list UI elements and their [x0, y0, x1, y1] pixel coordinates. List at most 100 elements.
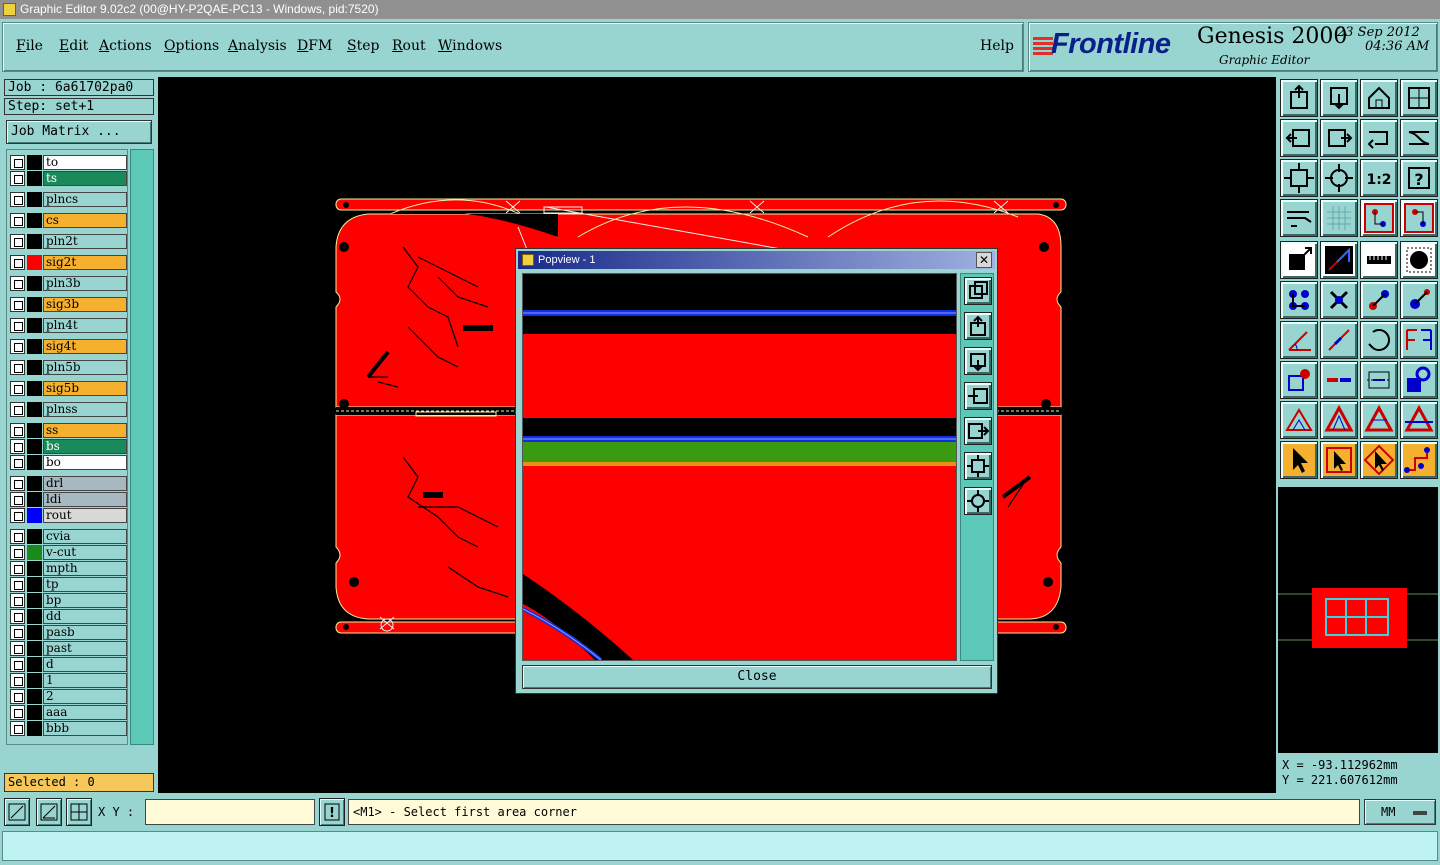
layer-checkbox[interactable] [10, 721, 25, 736]
layer-row-ldi[interactable]: ldi [9, 492, 127, 507]
layer-checkbox[interactable] [10, 476, 25, 491]
menu-options[interactable]: Options [164, 38, 219, 54]
layer-row-past[interactable]: past [9, 641, 127, 656]
layer-color-swatch[interactable] [27, 476, 42, 491]
layer-color-swatch[interactable] [27, 402, 42, 417]
layer-name[interactable]: sig4t [43, 339, 127, 354]
layer-checkbox[interactable] [10, 625, 25, 640]
center-tool-button[interactable] [1320, 159, 1358, 197]
menu-analysis[interactable]: Analysis [228, 38, 287, 54]
ratio-tool-button[interactable]: 1:2 [1360, 159, 1398, 197]
menu-rout[interactable]: Rout [392, 38, 426, 54]
layer-color-swatch[interactable] [27, 577, 42, 592]
grid-tool-button[interactable] [1320, 199, 1358, 237]
menu-windows[interactable]: Windows [438, 38, 502, 54]
layer-color-swatch[interactable] [27, 689, 42, 704]
layer-checkbox[interactable] [10, 689, 25, 704]
layer-name[interactable]: 1 [43, 673, 127, 688]
snap-active-tool-button[interactable] [1400, 199, 1438, 237]
measure-button[interactable] [36, 798, 62, 826]
fit-tool-button[interactable] [1280, 159, 1318, 197]
layer-name[interactable]: tp [43, 577, 127, 592]
layer-name[interactable]: mpth [43, 561, 127, 576]
layer-name[interactable]: sig5b [43, 381, 127, 396]
layer-name[interactable]: aaa [43, 705, 127, 720]
zoom-area-button[interactable] [4, 798, 30, 826]
layer-checkbox[interactable] [10, 423, 25, 438]
layer-name[interactable]: cvia [43, 529, 127, 544]
layer-row-pln2t[interactable]: pln2t [9, 234, 127, 249]
layer-row-rout[interactable]: rout [9, 508, 127, 523]
layer-name[interactable]: drl [43, 476, 127, 491]
layer-color-swatch[interactable] [27, 339, 42, 354]
layer-checkbox[interactable] [10, 318, 25, 333]
layer-row-cvia[interactable]: cvia [9, 529, 127, 544]
layer-name[interactable]: v-cut [43, 545, 127, 560]
arc-tool-button[interactable] [1360, 321, 1398, 359]
move-right-tool-button[interactable] [1320, 119, 1358, 157]
layer-name[interactable]: ss [43, 423, 127, 438]
layer-color-swatch[interactable] [27, 673, 42, 688]
layer-name[interactable]: ldi [43, 492, 127, 507]
layer-checkbox[interactable] [10, 255, 25, 270]
layer-row-drl[interactable]: drl [9, 476, 127, 491]
pad-red-tool-button[interactable] [1280, 361, 1318, 399]
pen-tool-button[interactable] [1280, 199, 1318, 237]
menu-file[interactable]: File [16, 38, 43, 54]
swap-tool-button[interactable] [1360, 119, 1398, 157]
layer-checkbox[interactable] [10, 455, 25, 470]
layer-color-swatch[interactable] [27, 455, 42, 470]
layer-row-1[interactable]: 1 [9, 673, 127, 688]
popview-canvas[interactable] [522, 273, 957, 662]
layer-name[interactable]: sig3b [43, 297, 127, 312]
move-left-tool-button[interactable] [1280, 119, 1318, 157]
menu-step[interactable]: Step [347, 38, 379, 54]
net-tool-button[interactable] [1280, 281, 1318, 319]
cross-tool-button[interactable] [1320, 281, 1358, 319]
layer-color-swatch[interactable] [27, 657, 42, 672]
layer-checkbox[interactable] [10, 360, 25, 375]
layer-name[interactable]: pln5b [43, 360, 127, 375]
slash-tool-button[interactable] [1320, 321, 1358, 359]
layer-name[interactable]: d [43, 657, 127, 672]
layer-row-bs[interactable]: bs [9, 439, 127, 454]
help-tool-button[interactable]: ? [1400, 159, 1438, 197]
layer-row-pln5b[interactable]: pln5b [9, 360, 127, 375]
layer-name[interactable]: cs [43, 213, 127, 228]
layer-checkbox[interactable] [10, 213, 25, 228]
menu-dfm[interactable]: DFM [297, 38, 332, 54]
layer-row-sig3b[interactable]: sig3b [9, 297, 127, 312]
layer-checkbox[interactable] [10, 593, 25, 608]
units-select[interactable]: MM [1364, 799, 1436, 825]
layer-color-swatch[interactable] [27, 255, 42, 270]
layer-row-bp[interactable]: bp [9, 593, 127, 608]
layer-checkbox[interactable] [10, 234, 25, 249]
menu-edit[interactable]: Edit [59, 38, 88, 54]
layer-color-swatch[interactable] [27, 297, 42, 312]
layer-color-swatch[interactable] [27, 593, 42, 608]
layer-color-swatch[interactable] [27, 508, 42, 523]
layer-checkbox[interactable] [10, 171, 25, 186]
layer-name[interactable]: pln2t [43, 234, 127, 249]
layer-row-mpth[interactable]: mpth [9, 561, 127, 576]
shape-tool-button[interactable] [1400, 361, 1438, 399]
center-view-button[interactable] [964, 487, 992, 515]
layer-row-ss[interactable]: ss [9, 423, 127, 438]
layer-row-pln4t[interactable]: pln4t [9, 318, 127, 333]
layer-checkbox[interactable] [10, 641, 25, 656]
layer-name[interactable]: plncs [43, 192, 127, 207]
layer-name[interactable]: pln4t [43, 318, 127, 333]
layer-row-plncs[interactable]: plncs [9, 192, 127, 207]
copy-view-button[interactable] [964, 277, 992, 305]
export-tool-button[interactable] [1280, 79, 1318, 117]
layer-color-swatch[interactable] [27, 360, 42, 375]
export-view-button[interactable] [964, 312, 992, 340]
layer-checkbox[interactable] [10, 577, 25, 592]
ruler-tool-button[interactable] [1360, 241, 1398, 279]
layer-checkbox[interactable] [10, 192, 25, 207]
layer-name[interactable]: ts [43, 171, 127, 186]
connect-tool-button[interactable] [1360, 281, 1398, 319]
layer-color-swatch[interactable] [27, 641, 42, 656]
move-left-view-button[interactable] [964, 382, 992, 410]
pad-tool-button[interactable] [1400, 241, 1438, 279]
